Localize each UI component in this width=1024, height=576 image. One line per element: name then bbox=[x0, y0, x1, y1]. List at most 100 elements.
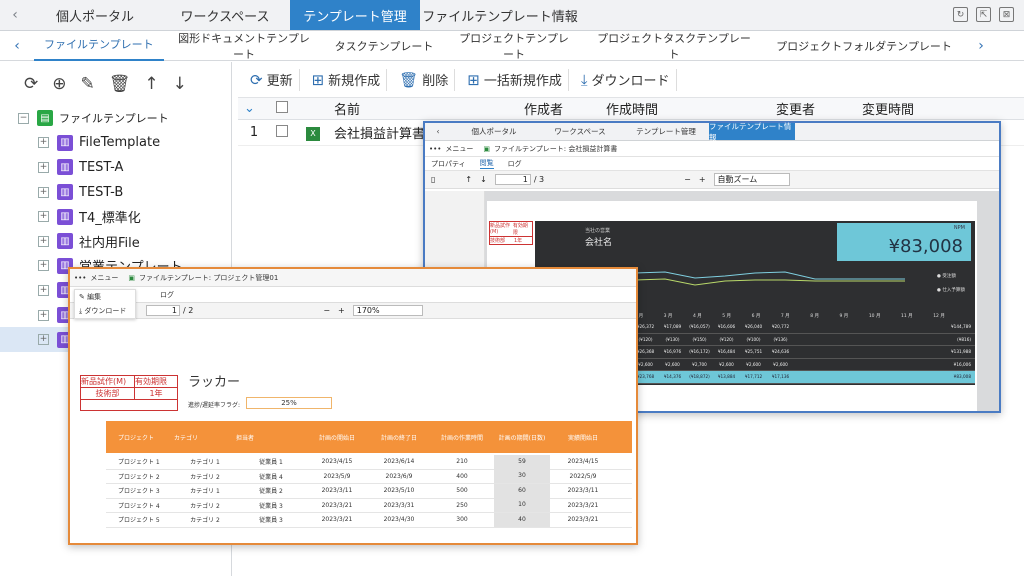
col-name[interactable]: 名前 bbox=[328, 99, 518, 118]
menu-item-edit[interactable]: ✎ 編集 bbox=[75, 290, 135, 304]
zoom-in-icon[interactable]: + bbox=[338, 306, 345, 315]
project-row[interactable]: プロジェクト 3 カテゴリ 1 従業員 2 2023/3/11 2023/5/10 500… bbox=[106, 483, 632, 499]
tree-item[interactable]: + ▥ TEST-B bbox=[0, 180, 232, 205]
trash-icon[interactable]: 🗑 bbox=[109, 74, 131, 94]
subnav-right-arrow-icon[interactable]: › bbox=[964, 38, 998, 54]
page-input[interactable]: 1 bbox=[146, 305, 180, 316]
pdf-toolbar: 1 / 2 − + 170% bbox=[70, 303, 636, 319]
arrow-down-icon[interactable]: ↓ bbox=[173, 74, 187, 94]
nav-left-arrow-icon[interactable]: ‹ bbox=[0, 0, 30, 30]
tree-item[interactable]: + ▥ T4_標準化 bbox=[0, 204, 232, 229]
edit-icon[interactable]: ✎ bbox=[81, 74, 95, 94]
expand-icon[interactable]: + bbox=[38, 284, 49, 296]
menu-dots-icon[interactable]: ••• bbox=[74, 274, 86, 282]
subtab-figure-document-template[interactable]: 図形ドキュメントテンプレート bbox=[164, 30, 324, 62]
row-name[interactable]: 会社損益計算書 bbox=[328, 123, 431, 142]
tab-template-management[interactable]: テンプレート管理 bbox=[623, 123, 709, 140]
expand-icon[interactable]: + bbox=[38, 161, 49, 173]
expand-icon[interactable]: + bbox=[38, 260, 49, 272]
subtab-log[interactable]: ログ bbox=[160, 290, 174, 300]
expand-icon[interactable]: + bbox=[38, 186, 49, 198]
subtab-property[interactable]: プロパティ bbox=[431, 159, 466, 169]
expand-icon[interactable]: + bbox=[38, 211, 49, 223]
project-row[interactable]: プロジェクト 1 カテゴリ 1 従業員 1 2023/4/15 2023/6/14 210… bbox=[106, 454, 632, 470]
close-tabs-icon[interactable]: ⊠ bbox=[999, 7, 1014, 22]
zoom-out-icon[interactable]: − bbox=[323, 306, 330, 315]
col-creator[interactable]: 作成者 bbox=[518, 99, 600, 118]
tree-item[interactable]: + ▥ TEST-A bbox=[0, 155, 232, 180]
page-down-icon[interactable]: ↓ bbox=[480, 175, 487, 184]
page-input[interactable]: 1 bbox=[494, 174, 531, 185]
subtab-project-folder-template[interactable]: プロジェクトフォルダテンプレート bbox=[764, 38, 964, 54]
subtab-project-template[interactable]: プロジェクトテンプレート bbox=[444, 30, 584, 62]
col-modified-time[interactable]: 変更時間 bbox=[856, 99, 996, 118]
pl-cell: ¥16,484 bbox=[717, 349, 736, 355]
tab-personal-portal[interactable]: 個人ポータル bbox=[451, 123, 537, 140]
pl-cell: ¥17,712 bbox=[744, 374, 763, 380]
subtab-view[interactable]: 閲覧 bbox=[479, 158, 494, 169]
project-row[interactable]: プロジェクト 5 カテゴリ 2 従業員 3 2023/3/21 2023/4/30 300… bbox=[106, 512, 632, 528]
subtab-project-task-template[interactable]: プロジェクトタスクテンプレート bbox=[584, 30, 764, 62]
tree-item-label: FileTemplate bbox=[79, 135, 161, 151]
row-checkbox[interactable] bbox=[276, 124, 288, 137]
restore-icon[interactable]: ↻ bbox=[953, 7, 968, 22]
subtab-task-template[interactable]: タスクテンプレート bbox=[324, 38, 444, 54]
col-created-time[interactable]: 作成時間 bbox=[600, 99, 770, 118]
col-plan-days: 計画の期間(日数) bbox=[498, 434, 546, 442]
subtab-log[interactable]: ログ bbox=[508, 159, 522, 169]
pl-cell: ¥2,600 bbox=[719, 361, 734, 367]
new-button[interactable]: ⊞ 新規作成 bbox=[306, 68, 388, 91]
select-all-cell bbox=[270, 100, 328, 117]
expand-icon[interactable]: + bbox=[38, 235, 49, 247]
menu-label[interactable]: メニュー bbox=[445, 144, 473, 154]
page-up-icon[interactable]: ↑ bbox=[465, 175, 472, 184]
expand-icon[interactable]: + bbox=[38, 334, 49, 346]
zoom-select[interactable]: 自動ズーム bbox=[713, 173, 790, 186]
legend-1: ● 受注額 bbox=[937, 274, 956, 279]
tab-personal-portal[interactable]: 個人ポータル bbox=[30, 0, 160, 30]
select-all-checkbox[interactable] bbox=[276, 100, 288, 113]
project-cell: 2023/5/9 bbox=[323, 472, 351, 480]
tree-item-label: TEST-B bbox=[79, 184, 124, 200]
amount-value: ¥83,008 bbox=[888, 236, 963, 257]
company-label: 当社の営業 bbox=[585, 228, 611, 234]
tab-template-management[interactable]: テンプレート管理 bbox=[290, 0, 420, 30]
subnav-left-arrow-icon[interactable]: ‹ bbox=[0, 38, 34, 54]
project-row[interactable]: プロジェクト 2 カテゴリ 2 従業員 4 2023/5/9 2023/6/9 400 30… bbox=[106, 469, 632, 484]
tree-root[interactable]: − ▤ ファイルテンプレート bbox=[0, 106, 232, 131]
menu-label[interactable]: メニュー bbox=[90, 273, 118, 283]
refresh-button[interactable]: ⟳ 更新 bbox=[244, 68, 300, 91]
collapse-icon[interactable]: − bbox=[18, 112, 29, 124]
delete-button[interactable]: 🗑 削除 bbox=[393, 68, 456, 91]
col-modifier[interactable]: 変更者 bbox=[770, 99, 856, 118]
tab-file-template-info[interactable]: ファイルテンプレート情報 bbox=[709, 122, 795, 142]
expand-icon[interactable]: + bbox=[38, 137, 49, 149]
expand-all-icon[interactable]: ⌄ bbox=[238, 101, 270, 116]
project-cell: 2023/5/10 bbox=[383, 487, 415, 495]
zoom-select[interactable]: 170% bbox=[352, 305, 423, 316]
zoom-out-icon[interactable]: − bbox=[684, 175, 691, 184]
project-cell: カテゴリ 2 bbox=[190, 517, 220, 525]
expand-icon[interactable]: + bbox=[38, 309, 49, 321]
nav-left-arrow-icon[interactable]: ‹ bbox=[425, 123, 451, 140]
tree-root-label: ファイルテンプレート bbox=[59, 112, 169, 126]
menu-item-download[interactable]: ⤓ ダウンロード bbox=[75, 304, 135, 318]
project-cell: 2023/3/31 bbox=[383, 501, 415, 509]
tab-workspace[interactable]: ワークスペース bbox=[537, 123, 623, 140]
bulk-new-button[interactable]: ⊞ 一括新規作成 bbox=[461, 68, 569, 91]
sidebar-toggle-icon[interactable]: ▯ bbox=[431, 175, 435, 184]
tree-item[interactable]: + ▥ FileTemplate bbox=[0, 131, 232, 156]
zoom-in-icon[interactable]: + bbox=[699, 175, 706, 184]
project-cell: 2023/3/21 bbox=[567, 501, 599, 509]
tree-item[interactable]: + ▥ 社内用File bbox=[0, 229, 232, 254]
subtab-file-template[interactable]: ファイルテンプレート bbox=[34, 31, 164, 61]
add-icon[interactable]: ⊕ bbox=[52, 74, 66, 94]
tab-file-template-info[interactable]: ファイルテンプレート情報 bbox=[420, 0, 580, 30]
menu-dots-icon[interactable]: ••• bbox=[429, 145, 441, 153]
refresh-icon[interactable]: ⟳ bbox=[24, 74, 38, 94]
project-row[interactable]: プロジェクト 4 カテゴリ 2 従業員 3 2023/3/21 2023/3/31 250… bbox=[106, 498, 632, 513]
popout-icon[interactable]: ⇱ bbox=[976, 7, 991, 22]
arrow-up-icon[interactable]: ↑ bbox=[144, 74, 158, 94]
download-button[interactable]: ⤓ ダウンロード bbox=[575, 68, 677, 91]
tab-workspace[interactable]: ワークスペース bbox=[160, 0, 290, 30]
